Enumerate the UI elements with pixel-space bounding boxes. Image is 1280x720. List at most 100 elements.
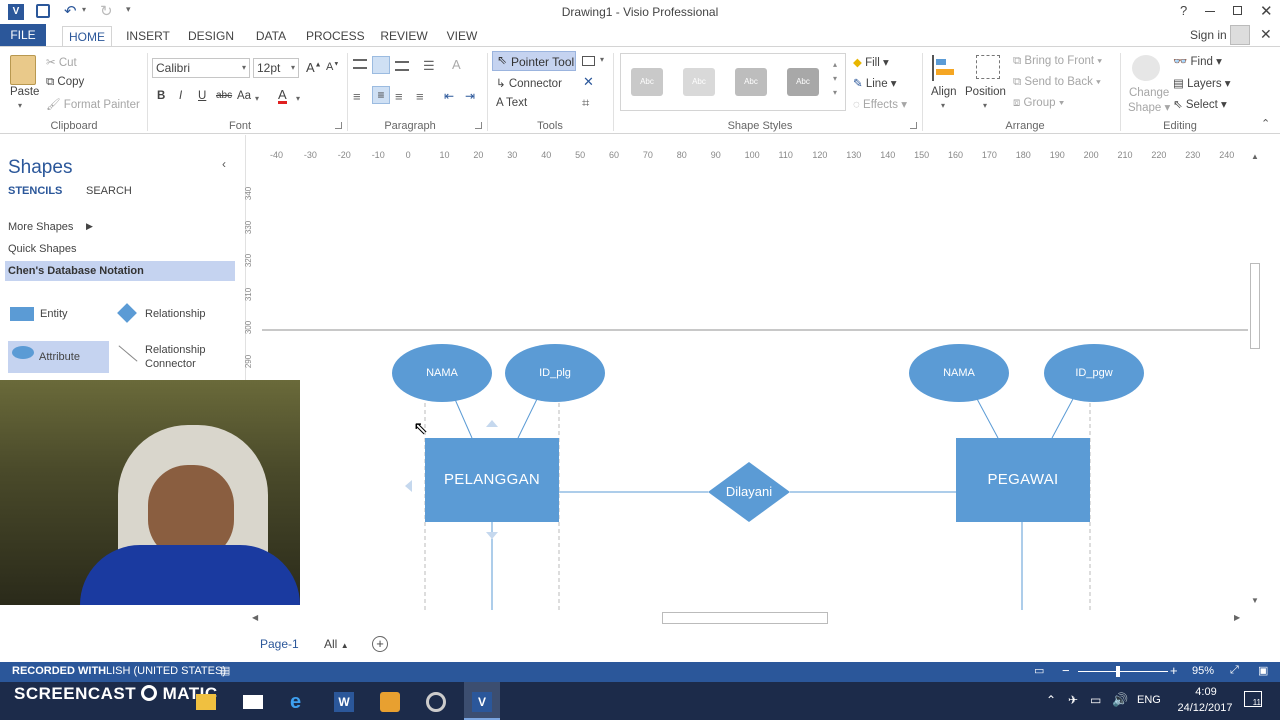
strikethrough-button[interactable]: abc — [216, 90, 232, 101]
notifications-icon[interactable]: 11 — [1244, 691, 1262, 707]
grow-font-icon[interactable]: A▲ — [306, 60, 322, 75]
chevron-down-icon[interactable]: ▾ — [296, 94, 300, 103]
save-icon[interactable] — [36, 4, 50, 18]
word-icon[interactable]: W — [334, 692, 354, 712]
tab-view[interactable]: VIEW — [442, 26, 482, 46]
switch-windows-icon[interactable]: ▣ — [1258, 664, 1268, 677]
dialog-launcher-icon[interactable] — [475, 122, 482, 129]
format-painter-button[interactable]: 🖌 Format Painter — [46, 97, 140, 111]
align-bottom-icon[interactable] — [395, 61, 409, 71]
stencil-attribute[interactable]: Attribute — [8, 341, 109, 373]
minimize-icon[interactable] — [1205, 11, 1215, 12]
entity-pegawai[interactable]: PEGAWAI — [956, 438, 1090, 522]
stencil-entity[interactable]: Entity — [8, 303, 108, 325]
line-button[interactable]: ✎ Line ▾ — [853, 76, 897, 90]
scroll-down-icon[interactable]: ▼ — [1251, 596, 1259, 605]
undo-icon[interactable]: ↶ — [64, 2, 77, 20]
increase-indent-icon[interactable]: ⇥ — [465, 89, 475, 103]
bring-to-front-button[interactable]: ⧉ Bring to Front ▾ — [1013, 55, 1102, 68]
add-page-icon[interactable]: + — [372, 636, 388, 652]
italic-button[interactable]: I — [179, 90, 182, 102]
collapse-ribbon-icon[interactable]: ⌃ — [1261, 117, 1270, 130]
help-icon[interactable]: ? — [1180, 3, 1187, 18]
align-button[interactable]: Align — [931, 86, 957, 98]
user-avatar[interactable] — [1230, 25, 1250, 45]
scroll-right-icon[interactable]: ▶ — [1234, 613, 1240, 622]
align-center-icon[interactable]: ≡ — [372, 86, 390, 104]
send-to-back-button[interactable]: ⧉ Send to Back ▾ — [1013, 76, 1101, 89]
scroll-thumb[interactable] — [662, 612, 828, 624]
style-swatch[interactable]: Abc — [683, 68, 715, 96]
cut-button[interactable]: ✂ Cut — [46, 55, 77, 69]
style-swatch[interactable]: Abc — [735, 68, 767, 96]
align-icon[interactable] — [932, 55, 956, 81]
dialog-launcher-icon[interactable] — [335, 122, 342, 129]
select-button[interactable]: ⇖ Select ▾ — [1173, 97, 1227, 111]
zoom-out-icon[interactable]: − — [1062, 663, 1070, 678]
language-status[interactable]: LISH (UNITED STATES) — [106, 665, 226, 677]
clock-date[interactable]: 24/12/2017 — [1170, 702, 1240, 714]
language-indicator[interactable]: ENG — [1137, 694, 1161, 706]
edge-icon[interactable]: e — [290, 691, 301, 714]
bullets-icon[interactable]: ☰ — [423, 58, 435, 74]
attribute-nama-right[interactable]: NAMA — [909, 344, 1009, 402]
rectangle-icon[interactable] — [582, 56, 595, 66]
crop-icon[interactable]: ⌗ — [582, 95, 589, 111]
tab-insert[interactable]: INSERT — [124, 26, 172, 46]
font-family-select[interactable]: Calibri ▾ — [152, 58, 250, 78]
align-top-icon[interactable] — [353, 59, 367, 69]
position-button[interactable]: Position — [965, 86, 1006, 98]
tab-stencils[interactable]: STENCILS — [8, 185, 62, 197]
scroll-up-icon[interactable]: ▲ — [1251, 152, 1259, 161]
relationship-dilayani[interactable]: Dilayani — [708, 462, 790, 522]
tab-file[interactable]: FILE — [0, 24, 46, 46]
copy-button[interactable]: ⧉ Copy — [46, 76, 84, 89]
font-size-select[interactable]: 12pt ▾ — [253, 58, 299, 78]
connector-button[interactable]: ↳ Connector — [496, 76, 562, 90]
battery-icon[interactable]: ▭ — [1090, 693, 1101, 707]
chevron-down-icon[interactable]: ▾ — [941, 101, 945, 110]
tab-home[interactable]: HOME — [62, 26, 112, 46]
underline-button[interactable]: U — [198, 90, 206, 102]
change-case-button[interactable]: Aa — [237, 90, 251, 102]
all-pages-button[interactable]: All ▲ — [324, 637, 349, 651]
redo-icon[interactable]: ↻ — [100, 2, 113, 20]
decrease-indent-icon[interactable]: ⇤ — [444, 89, 454, 103]
tab-data[interactable]: DATA — [250, 26, 292, 46]
page-tab-1[interactable]: Page-1 — [260, 637, 299, 651]
chevron-down-icon[interactable]: ▾ — [255, 94, 259, 103]
fill-button[interactable]: ◆ Fill ▾ — [853, 55, 889, 69]
tab-design[interactable]: DESIGN — [186, 26, 236, 46]
justify-icon[interactable]: ≡ — [416, 89, 424, 104]
align-left-icon[interactable]: ≡ — [353, 89, 361, 104]
file-explorer-icon[interactable] — [196, 694, 216, 710]
visio-app-icon[interactable]: V — [8, 4, 24, 20]
dialog-launcher-icon[interactable] — [910, 122, 917, 129]
quick-shapes-item[interactable]: Quick Shapes — [8, 243, 76, 255]
style-swatch[interactable]: Abc — [631, 68, 663, 96]
paste-button[interactable]: Paste — [10, 86, 39, 98]
visio-taskbar-icon[interactable]: V — [464, 682, 500, 720]
collapse-panel-icon[interactable]: ‹ — [222, 157, 226, 171]
volume-icon[interactable]: 🔊 — [1112, 692, 1128, 708]
clock-time[interactable]: 4:09 — [1186, 686, 1226, 698]
horizontal-scrollbar[interactable]: ◀ ▶ — [246, 610, 1248, 626]
text-tool-button[interactable]: A Text — [496, 97, 527, 109]
macro-icon[interactable]: ▤ — [220, 664, 230, 677]
align-middle-icon[interactable] — [372, 56, 390, 74]
show-hidden-icons[interactable]: ⌃ — [1046, 693, 1056, 707]
stencil-chens-database[interactable]: Chen's Database Notation — [5, 261, 235, 281]
paste-icon[interactable] — [10, 55, 36, 85]
position-icon[interactable] — [976, 55, 1000, 79]
zoom-slider[interactable] — [1078, 666, 1168, 677]
fit-page-icon[interactable]: ⤢ — [1230, 664, 1239, 677]
find-button[interactable]: 👓 Find ▾ — [1173, 54, 1222, 68]
drawing-page[interactable]: NAMA ID_plg NAMA ID_pgw PELANGGAN PEGAWA… — [262, 165, 1248, 610]
effects-button[interactable]: ◌ Effects ▾ — [853, 97, 907, 111]
tab-process[interactable]: PROCESS — [306, 26, 365, 46]
chevron-down-icon[interactable]: ▾ — [600, 55, 604, 64]
vertical-scrollbar[interactable]: ▲ ▼ — [1248, 150, 1262, 610]
sign-in-link[interactable]: Sign in — [1190, 28, 1227, 42]
stencil-relationship[interactable]: Relationship — [116, 303, 226, 325]
entity-pelanggan[interactable]: PELANGGAN — [425, 438, 559, 522]
